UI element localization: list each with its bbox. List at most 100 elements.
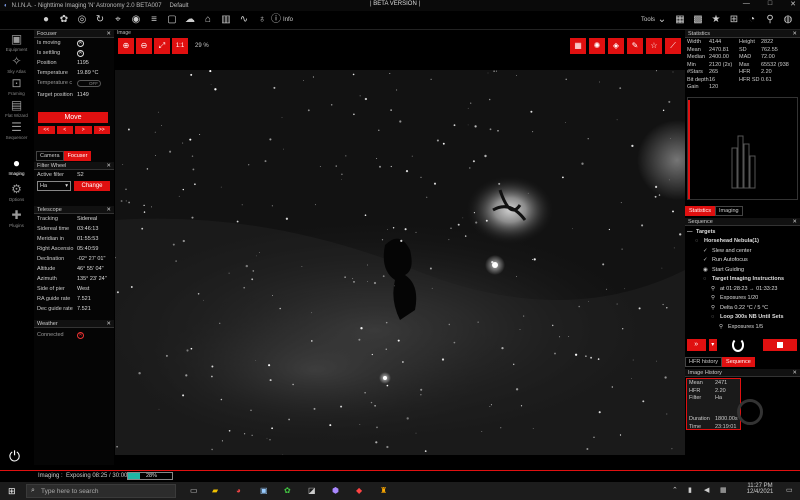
sequence-item[interactable]: ◉ Start Guiding (687, 265, 798, 275)
safety-icon[interactable]: ∿ (238, 14, 250, 26)
step-back-button[interactable]: < (56, 126, 73, 134)
app-icon[interactable]: ⬢ (332, 486, 339, 495)
switch-icon[interactable]: ≡ (148, 14, 160, 26)
power-icon[interactable]: ⏻ (9, 448, 20, 465)
app-icon[interactable]: ▣ (260, 486, 268, 495)
tray-chevron-icon[interactable]: ⌃ (672, 486, 678, 494)
disconnected-x-icon[interactable]: ✕ (77, 331, 84, 339)
fit-icon[interactable]: ⤢ (154, 38, 170, 54)
close-icon[interactable]: ✕ (106, 31, 111, 37)
sequence-item[interactable]: ◌ Target Imaging Instructions (687, 275, 798, 285)
planet-icon[interactable]: ◍ (782, 14, 794, 26)
nav-equipment[interactable]: ▣ Equipment (0, 32, 33, 52)
zoom-one-to-one-button[interactable]: 1:1 (172, 38, 188, 54)
app-icon[interactable]: ✿ (284, 486, 291, 495)
sequence-item[interactable]: ⚲ Exposures 1/5 (687, 322, 798, 332)
calculator-icon[interactable]: ▦ (674, 14, 686, 26)
camera-icon[interactable]: ● (40, 14, 52, 26)
task-view-icon[interactable]: ▭ (190, 486, 198, 495)
telescope-icon[interactable]: ⌖ (112, 14, 124, 26)
sequence-item[interactable]: ◌ Loop 300s NB Until Sets (687, 313, 798, 323)
tab-statistics[interactable]: Statistics (685, 206, 716, 216)
tools-label[interactable]: Tools (641, 17, 655, 23)
tab-hfr-history[interactable]: HFR history (685, 357, 723, 367)
nav-imaging[interactable]: ● Imaging (0, 156, 33, 176)
volume-icon[interactable]: ◀ (704, 486, 709, 494)
history-icon[interactable]: ◔ (746, 14, 758, 26)
grid-icon[interactable]: ▩ (692, 14, 704, 26)
target-position-input[interactable]: 1149 (77, 92, 89, 98)
app-icon[interactable]: ◪ (308, 486, 316, 495)
dome-icon[interactable]: ⌂ (202, 14, 214, 26)
captured-image[interactable] (115, 70, 685, 455)
focuser-icon[interactable]: ◎ (76, 14, 88, 26)
sequence-item[interactable]: ✓ Run Autofocus (687, 256, 798, 266)
sequence-item[interactable]: ⚲ Delta 0.22 °C / 5 °C (687, 303, 798, 313)
close-icon[interactable]: ✕ (792, 31, 797, 37)
tab-sequence[interactable]: Sequence (722, 357, 755, 367)
stop-sequence-button[interactable] (763, 339, 798, 351)
skip-forward-button[interactable]: » (687, 339, 706, 351)
nav-flat-wizard[interactable]: ▤ Flat Wizard (0, 98, 33, 118)
zoom-out-icon[interactable]: ⊖ (136, 38, 152, 54)
maximize-button[interactable]: □ (768, 0, 772, 8)
step-forward-button[interactable]: > (75, 126, 92, 134)
filter-wheel-icon[interactable]: ✿ (58, 14, 70, 26)
sequence-item[interactable]: ⚲ at 01:28:23 → 01:33:23 (687, 284, 798, 294)
zoom-in-icon[interactable]: ⊕ (118, 38, 134, 54)
close-icon[interactable]: ✕ (792, 370, 797, 376)
star-detect-icon[interactable]: ✺ (589, 38, 605, 54)
nav-sky-atlas[interactable]: ✧ Sky Atlas (0, 54, 33, 74)
filter-select[interactable]: Ha ▾ (37, 181, 71, 191)
app-icon[interactable]: ◆ (356, 486, 362, 495)
nav-plugins[interactable]: ✚ Plugins (0, 208, 33, 228)
bahtinov-star-icon[interactable]: ☆ (646, 38, 662, 54)
tab-imaging[interactable]: Imaging (715, 206, 743, 216)
crosshair-grid-icon[interactable]: ▦ (570, 38, 586, 54)
star-icon[interactable]: ★ (710, 14, 722, 26)
nav-options[interactable]: ⚙ Options (0, 182, 33, 202)
step-back-large-button[interactable]: << (38, 126, 55, 134)
notification-icon[interactable]: ▭ (786, 486, 793, 494)
frame-icon[interactable]: ⊞ (728, 14, 740, 26)
temp-comp-toggle[interactable]: OFF (77, 79, 101, 87)
network-icon[interactable]: ▮ (688, 486, 692, 494)
close-icon[interactable]: ✕ (106, 163, 111, 169)
image-history-thumbnail[interactable]: Mean 2471 HFR 2.20 Filter Ha Duration 1800.00s… (686, 378, 741, 430)
minimize-button[interactable]: — (743, 0, 750, 8)
mount-icon[interactable]: ⚲ (764, 14, 776, 26)
sequence-item[interactable]: ✓ Slew and center (687, 246, 798, 256)
keyboard-icon[interactable]: ▦ (720, 486, 727, 494)
change-filter-button[interactable]: Change (74, 181, 110, 191)
chevron-down-icon[interactable]: ⌄ (656, 14, 668, 26)
taskbar-search[interactable]: ⌕ Type here to search (26, 484, 176, 498)
sequence-item[interactable]: — Targets (687, 227, 798, 237)
close-icon[interactable]: ✕ (106, 321, 111, 327)
rotator-icon[interactable]: ↻ (94, 14, 106, 26)
flat-device-icon[interactable]: ▢ (166, 14, 178, 26)
sequence-item[interactable]: ◌ Horsehead Nebula(1) (687, 237, 798, 247)
lightbulb-icon[interactable]: ♁ (256, 14, 268, 26)
annotate-icon[interactable]: ◈ (608, 38, 624, 54)
nav-framing[interactable]: ⊡ Framing (0, 76, 33, 96)
info-label[interactable]: Info (283, 17, 293, 23)
chevron-down-icon[interactable]: ▾ (708, 339, 717, 351)
guider-icon[interactable]: ◉ (130, 14, 142, 26)
nina-taskbar-icon[interactable]: ♜ (380, 486, 387, 495)
file-explorer-icon[interactable]: ▰ (212, 486, 218, 495)
move-button[interactable]: Move (38, 112, 108, 123)
chart-icon[interactable]: ▥ (220, 14, 232, 26)
sequence-item[interactable]: ⚲ Exposures 1/20 (687, 294, 798, 304)
close-icon[interactable]: ✕ (792, 219, 797, 225)
close-window-button[interactable]: ✕ (790, 0, 796, 8)
step-forward-large-button[interactable]: >> (93, 126, 110, 134)
info-icon[interactable]: ⓘ (270, 14, 282, 26)
chrome-icon[interactable]: ◕ (236, 486, 241, 495)
tab-focuser[interactable]: Focuser (63, 151, 92, 161)
plate-solve-icon[interactable]: ⟋ (665, 38, 681, 54)
stretch-icon[interactable]: ✎ (627, 38, 643, 54)
tab-camera[interactable]: Camera (36, 151, 64, 161)
windows-start-icon[interactable]: ⊞ (8, 486, 16, 497)
close-icon[interactable]: ✕ (106, 207, 111, 213)
nav-sequencer[interactable]: ☰ Sequencer (0, 120, 33, 140)
